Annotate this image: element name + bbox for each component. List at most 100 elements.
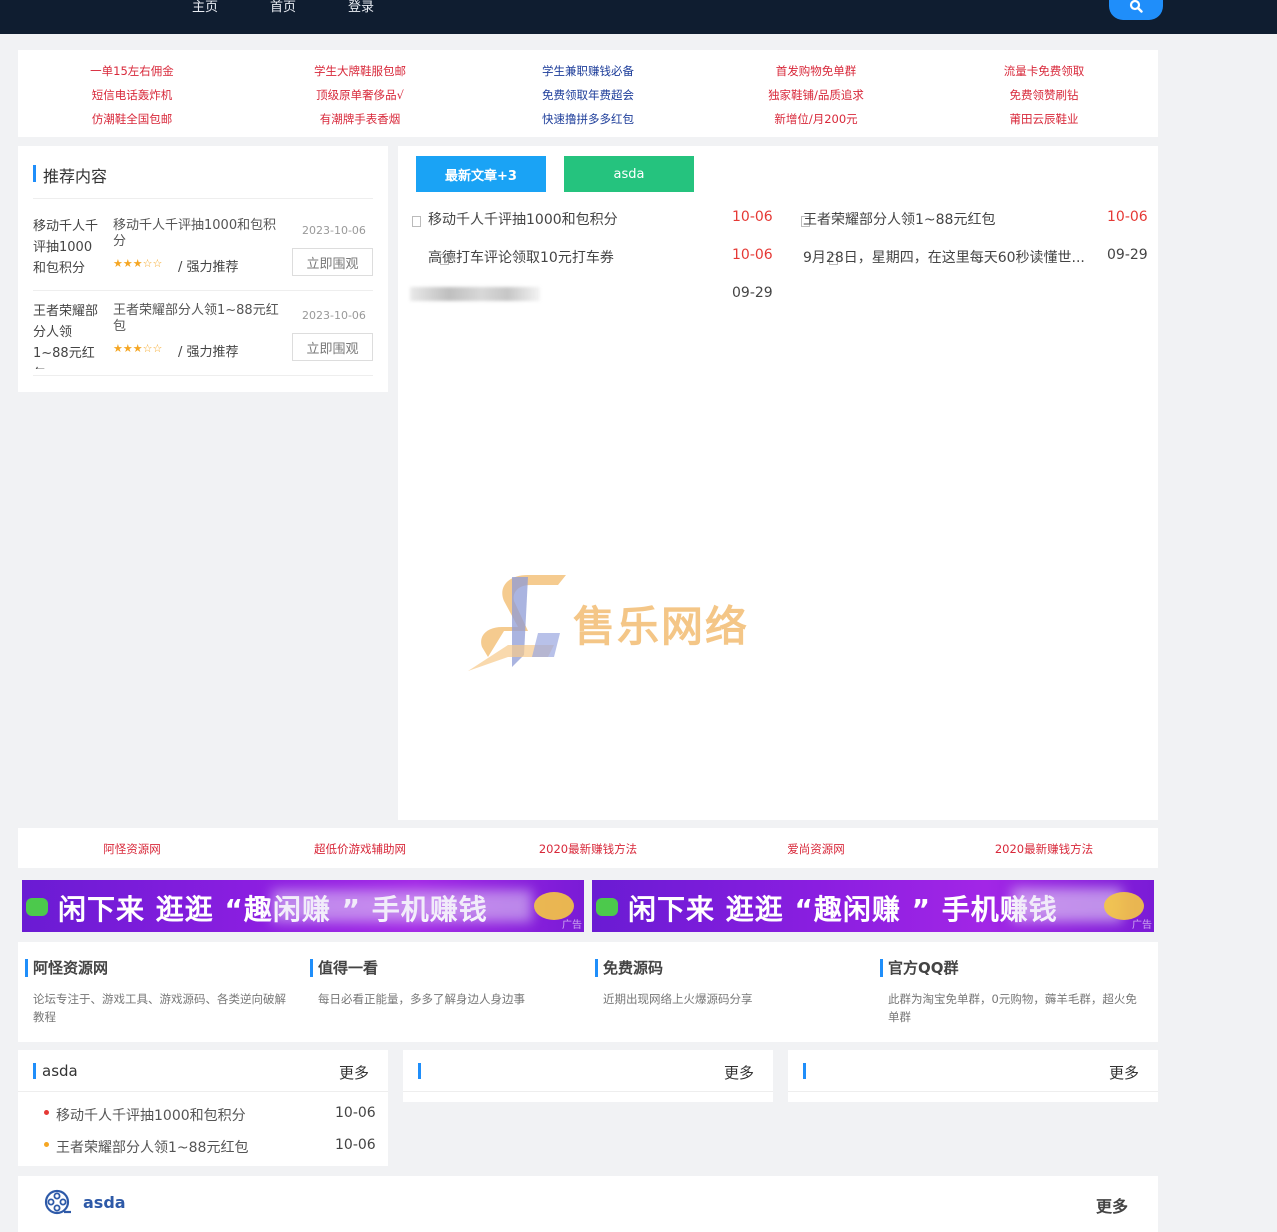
recommend-item-title[interactable]: 王者荣耀部分人领1~88元红包 (113, 303, 288, 335)
article-title[interactable]: 王者荣耀部分人领1~88元红包 (803, 209, 1093, 229)
article-title[interactable]: 9月28日，星期四，在这里每天60秒读懂世... (803, 247, 1098, 267)
ad-link[interactable]: 新增位/月200元 (702, 111, 930, 127)
recommend-title-accent (33, 165, 36, 182)
friend-link[interactable]: 阿怪资源网 (18, 841, 246, 857)
search-icon (1129, 0, 1143, 13)
friend-link[interactable]: 爱尚资源网 (702, 841, 930, 857)
thumb-alt-text: 移动千人千评抽1000和包积分 (33, 219, 99, 276)
banner-blur (272, 890, 532, 922)
box-item-title[interactable]: 移动千人千评抽1000和包积分 (56, 1105, 246, 1125)
ad-label: 广告 (562, 920, 582, 931)
box-item-title[interactable]: 王者荣耀部分人领1~88元红包 (56, 1137, 248, 1157)
rating-stars: ★★★☆☆ (113, 257, 163, 270)
recommend-thumb[interactable]: 移动千人千评抽1000和包积分 (33, 216, 107, 282)
box-item-date: 10-06 (335, 1137, 376, 1153)
tab-asda[interactable]: asda (564, 156, 694, 192)
divider (33, 375, 373, 376)
ad-link[interactable]: 学生兼职赚钱必备 (474, 63, 702, 79)
info-accent (595, 959, 598, 977)
recommend-title: 推荐内容 (43, 167, 108, 186)
recommend-tag: / 强力推荐 (178, 345, 239, 360)
ad-link[interactable]: 有潮牌手表香烟 (246, 111, 474, 127)
ad-banner[interactable]: 闲下来 逛逛 “趣闲赚 ” 手机赚钱 广告 (592, 880, 1154, 932)
category-box: 更多 (403, 1050, 773, 1102)
mascot-icon (26, 898, 48, 916)
info-accent (880, 959, 883, 977)
info-desc: 此群为淘宝免单群，0元购物，薅羊毛群，超火免单群 (888, 992, 1137, 1024)
nav-item-index[interactable]: 首页 (270, 0, 296, 15)
ad-link[interactable]: 学生大牌鞋服包邮 (246, 63, 474, 79)
rating-stars: ★★★☆☆ (113, 342, 163, 355)
info-title[interactable]: 官方QQ群 (888, 957, 959, 978)
search-button[interactable] (1109, 0, 1163, 20)
more-link[interactable]: 更多 (1096, 1193, 1128, 1217)
film-reel-icon (44, 1189, 71, 1215)
box-accent (803, 1063, 806, 1079)
nav-item-home[interactable]: 主页 (192, 0, 218, 15)
divider (33, 198, 373, 199)
latest-articles-panel: 最新文章+3 asda 移动千人千评抽1000和包积分 10-06 王者荣耀部分… (398, 146, 1158, 820)
ad-link[interactable]: 免费领赞刷钻 (930, 87, 1158, 103)
recommend-panel: 推荐内容 移动千人千评抽1000和包积分 移动千人千评抽1000和包积分 202… (18, 146, 388, 392)
info-blocks: 阿怪资源网 论坛专注于、游戏工具、游戏源码、各类逆向破解教程 值得一看 每日必看… (18, 942, 1158, 1042)
info-desc: 论坛专注于、游戏工具、游戏源码、各类逆向破解教程 (33, 992, 286, 1024)
category-box: asda 更多 移动千人千评抽1000和包积分 10-06 王者荣耀部分人领1~… (18, 1050, 388, 1166)
document-icon (412, 216, 421, 227)
bottom-section-title: asda (83, 1193, 126, 1212)
divider (33, 290, 373, 291)
banner-text: 闲下来 逛逛 “趣闲赚 ” 手机赚钱 (628, 893, 1058, 926)
ad-link[interactable]: 免费领取年费超会 (474, 87, 702, 103)
info-accent (25, 959, 28, 977)
article-title[interactable]: 高德打车评论领取10元打车券 (428, 247, 718, 267)
friend-links-bar: 阿怪资源网 超低价游戏辅助网 2020最新赚钱方法 爱尚资源网 2020最新赚钱方法 (18, 828, 1158, 868)
ad-links-grid: 一单15左右佣金 学生大牌鞋服包邮 学生兼职赚钱必备 首发购物免单群 流量卡免费领取短信… (18, 50, 1158, 137)
category-box: 更多 (788, 1050, 1158, 1102)
site-logo-watermark: 售乐网络 (468, 571, 808, 681)
ad-label: 广告 (1132, 920, 1152, 931)
ad-banner[interactable]: 闲下来 逛逛 “趣闲赚 ” 手机赚钱 广告 (22, 880, 584, 932)
divider (18, 1091, 388, 1092)
mascot-icon (596, 898, 618, 916)
bullet-icon (44, 1142, 49, 1147)
article-date: 10-06 (1107, 209, 1148, 225)
info-title[interactable]: 免费源码 (603, 957, 663, 978)
article-date: 10-06 (732, 247, 773, 263)
more-link[interactable]: 更多 (339, 1062, 369, 1083)
more-link[interactable]: 更多 (1109, 1062, 1139, 1083)
tab-latest-articles[interactable]: 最新文章+3 (416, 156, 546, 192)
bullet-icon (44, 1110, 49, 1115)
article-date: 09-29 (1107, 247, 1148, 263)
ad-link[interactable]: 顶级原单奢侈品√ (246, 87, 474, 103)
logo-mark-icon (468, 575, 566, 671)
ad-link[interactable]: 莆田云辰鞋业 (930, 111, 1158, 127)
friend-link[interactable]: 超低价游戏辅助网 (246, 841, 474, 857)
article-date: 09-29 (732, 285, 773, 301)
nav-item-login[interactable]: 登录 (348, 0, 374, 15)
ad-link[interactable]: 仿潮鞋全国包邮 (18, 111, 246, 127)
article-date: 10-06 (732, 209, 773, 225)
recommend-thumb[interactable]: 王者荣耀部分人领1~88元红包 (33, 301, 107, 369)
watch-button[interactable]: 立即围观 (292, 333, 373, 361)
article-title-blurred[interactable] (410, 287, 540, 301)
box-title: asda (42, 1062, 78, 1080)
box-accent (33, 1063, 36, 1079)
more-link[interactable]: 更多 (724, 1062, 754, 1083)
ad-link[interactable]: 快速撸拼多多红包 (474, 111, 702, 127)
ad-link[interactable]: 独家鞋铺/品质追求 (702, 87, 930, 103)
friend-link[interactable]: 2020最新赚钱方法 (474, 841, 702, 857)
thumb-alt-text: 王者荣耀部分人领1~88元红包 (33, 304, 99, 369)
box-item-date: 10-06 (335, 1105, 376, 1121)
info-desc: 近期出现网络上火爆源码分享 (603, 992, 753, 1006)
info-title[interactable]: 值得一看 (318, 957, 378, 978)
ad-link[interactable]: 一单15左右佣金 (18, 63, 246, 79)
watch-button[interactable]: 立即围观 (292, 248, 373, 276)
bottom-section-header: asda 更多 (18, 1176, 1158, 1232)
ad-link[interactable]: 短信电话轰炸机 (18, 87, 246, 103)
box-accent (418, 1063, 421, 1079)
ad-link[interactable]: 首发购物免单群 (702, 63, 930, 79)
article-title[interactable]: 移动千人千评抽1000和包积分 (428, 209, 718, 229)
friend-link[interactable]: 2020最新赚钱方法 (930, 841, 1158, 857)
ad-link[interactable]: 流量卡免费领取 (930, 63, 1158, 79)
info-title[interactable]: 阿怪资源网 (33, 957, 108, 978)
recommend-item-title[interactable]: 移动千人千评抽1000和包积分 (113, 218, 288, 250)
